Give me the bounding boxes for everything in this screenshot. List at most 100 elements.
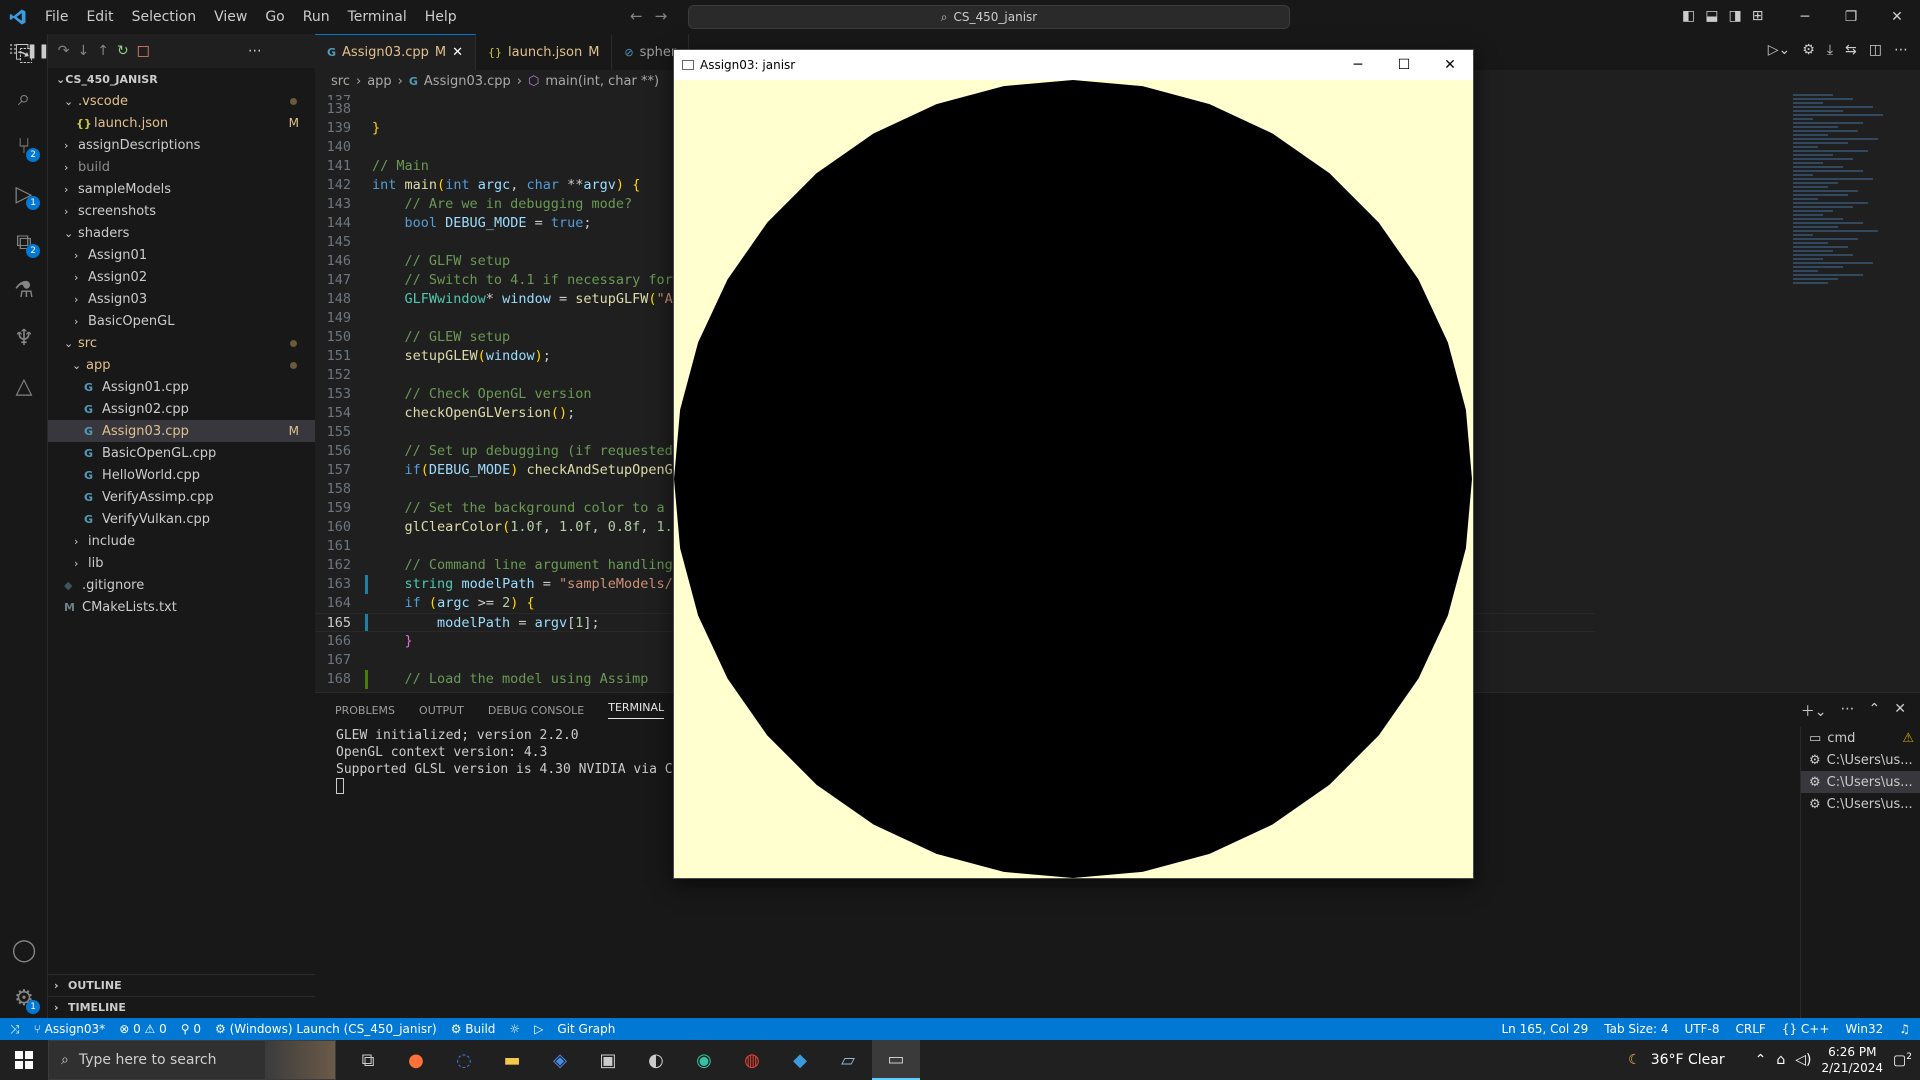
start-button[interactable]	[0, 1040, 48, 1080]
branch-status[interactable]: ⑂ Assign03*	[34, 1022, 106, 1036]
minimap[interactable]	[1793, 92, 1903, 692]
breadcrumb-symbol[interactable]: main(int, char **)	[545, 74, 659, 89]
step-over-icon[interactable]: ↷	[58, 43, 70, 59]
tab-launch-json[interactable]: {} launch.json M	[476, 34, 613, 70]
breadcrumb-file[interactable]: Assign03.cpp	[424, 74, 511, 89]
opengl-window[interactable]: Assign03: janisr ─ ☐ ✕	[673, 49, 1474, 879]
menu-selection[interactable]: Selection	[123, 9, 206, 25]
tab-debug-console[interactable]: DEBUG CONSOLE	[488, 704, 584, 717]
terminal-item-task[interactable]: ⚙ C:\Users\us...	[1801, 771, 1920, 793]
more-actions-icon[interactable]: ⋯	[1841, 701, 1855, 721]
run-debug-icon[interactable]: ▷⌄	[1768, 42, 1791, 58]
close-panel-icon[interactable]: ✕	[1894, 701, 1906, 721]
more-actions-icon[interactable]: ⋯	[248, 43, 262, 59]
maximize-button[interactable]: ☐	[1381, 50, 1427, 80]
task-view-icon[interactable]: ⧉	[344, 1040, 392, 1080]
clock[interactable]: 6:26 PM 2/21/2024	[1822, 1044, 1884, 1076]
run-icon[interactable]: ▷	[534, 1022, 543, 1036]
app-icon[interactable]: ◌	[440, 1040, 488, 1080]
tab-size[interactable]: Tab Size: 4	[1604, 1022, 1668, 1036]
tree-folder-src[interactable]: ⌄ src	[48, 332, 315, 354]
menu-run[interactable]: Run	[294, 9, 339, 25]
close-icon[interactable]: ✕	[452, 45, 463, 60]
back-arrow-icon[interactable]: ←	[630, 7, 655, 25]
tree-file-verifyvulkan-cpp[interactable]: G VerifyVulkan.cpp	[48, 508, 315, 530]
explorer-root[interactable]: ⌄ CS_450_JANISR	[48, 68, 315, 90]
forward-arrow-icon[interactable]: →	[655, 7, 680, 25]
menu-view[interactable]: View	[205, 9, 256, 25]
tree-file-launch-json[interactable]: {} launch.json M	[48, 112, 315, 134]
chrome-icon[interactable]: ◍	[728, 1040, 776, 1080]
minimize-button[interactable]: ─	[1782, 0, 1828, 34]
tab-assign03-cpp[interactable]: G Assign03.cpp M ✕	[315, 34, 477, 70]
app-icon[interactable]: ▱	[824, 1040, 872, 1080]
minimize-button[interactable]: ─	[1335, 50, 1381, 80]
split-editor-icon[interactable]: ◫	[1869, 42, 1882, 58]
tree-file-basicopengl-cpp[interactable]: G BasicOpenGL.cpp	[48, 442, 315, 464]
toggle-sidebar-icon[interactable]: ◧	[1682, 8, 1695, 24]
pause-icon[interactable]: ❚❚	[26, 43, 49, 59]
tree-file-assign01-cpp[interactable]: G Assign01.cpp	[48, 376, 315, 398]
search-icon[interactable]: ⌕	[0, 74, 48, 122]
toggle-secondary-sidebar-icon[interactable]: ◨	[1728, 8, 1741, 24]
tree-folder-app[interactable]: ⌄ app	[48, 354, 315, 376]
tree-file-helloworld-cpp[interactable]: G HelloWorld.cpp	[48, 464, 315, 486]
platform[interactable]: Win32	[1845, 1022, 1883, 1036]
tree-file-assign02-cpp[interactable]: G Assign02.cpp	[48, 398, 315, 420]
taskbar-search[interactable]: ⌕ Type here to search	[48, 1040, 336, 1080]
opengl-window-titlebar[interactable]: Assign03: janisr ─ ☐ ✕	[674, 50, 1473, 80]
new-terminal-icon[interactable]: ＋⌄	[1801, 701, 1827, 721]
tab-terminal[interactable]: TERMINAL	[608, 701, 665, 719]
terminal-item-task[interactable]: ⚙ C:\Users\us...	[1801, 793, 1920, 815]
restart-icon[interactable]: ↻	[117, 43, 129, 59]
python-icon[interactable]: ♆	[0, 314, 48, 362]
settings-gear-icon[interactable]: ⚙ 1	[0, 974, 48, 1022]
tree-folder-basicopengl[interactable]: › BasicOpenGL	[48, 310, 315, 332]
cmake-debug-icon[interactable]: ☼	[509, 1022, 520, 1036]
encoding[interactable]: UTF-8	[1685, 1022, 1720, 1036]
gear-icon[interactable]: ⚙	[1802, 42, 1815, 58]
cursor-position[interactable]: Ln 165, Col 29	[1501, 1022, 1588, 1036]
tree-folder-assign01[interactable]: › Assign01	[48, 244, 315, 266]
remote-icon[interactable]: ⤨	[10, 1022, 20, 1037]
step-into-icon[interactable]: ↓	[77, 43, 89, 59]
app-icon[interactable]: ◈	[536, 1040, 584, 1080]
tree-folder-assigndescriptions[interactable]: › assignDescriptions	[48, 134, 315, 156]
more-actions-icon[interactable]: ⋯	[1894, 42, 1908, 58]
close-button[interactable]: ✕	[1427, 50, 1473, 80]
build-status[interactable]: ⚙ Build	[451, 1022, 496, 1036]
tab-problems[interactable]: PROBLEMS	[335, 704, 395, 717]
remote-explorer-icon[interactable]: △	[0, 362, 48, 410]
firefox-icon[interactable]: ●	[392, 1040, 440, 1080]
line-ending[interactable]: CRLF	[1736, 1022, 1766, 1036]
steam-icon[interactable]: ◐	[632, 1040, 680, 1080]
tree-file-gitignore[interactable]: ◆ .gitignore	[48, 574, 315, 596]
timeline-section[interactable]: › TIMELINE	[48, 996, 315, 1018]
file-explorer-icon[interactable]: ▬	[488, 1040, 536, 1080]
terminal-item-task[interactable]: ⚙ C:\Users\us...	[1801, 749, 1920, 771]
drag-handle-icon[interactable]: ⠿	[8, 43, 18, 59]
step-out-icon[interactable]: ↑	[97, 43, 109, 59]
tree-file-cmakelists[interactable]: M CMakeLists.txt	[48, 596, 315, 618]
edge-icon[interactable]: ◉	[680, 1040, 728, 1080]
stop-icon[interactable]: □	[137, 43, 150, 59]
download-icon[interactable]: ⤓	[1827, 42, 1833, 58]
command-center[interactable]: ⌕ CS_450_janisr	[688, 5, 1290, 29]
tree-folder-assign02[interactable]: › Assign02	[48, 266, 315, 288]
compare-icon[interactable]: ⇆	[1845, 42, 1857, 58]
tree-folder-lib[interactable]: › lib	[48, 552, 315, 574]
microsoft-store-icon[interactable]: ▣	[584, 1040, 632, 1080]
ports-status[interactable]: ⚲ 0	[181, 1022, 201, 1036]
restore-button[interactable]: ❐	[1828, 0, 1874, 34]
toggle-panel-icon[interactable]: ⬓	[1705, 8, 1718, 24]
tree-folder-screenshots[interactable]: › screenshots	[48, 200, 315, 222]
problems-status[interactable]: ⊗ 0 ⚠ 0	[119, 1022, 167, 1036]
terminal-item-cmd[interactable]: ▭ cmd ⚠	[1801, 727, 1920, 749]
tree-folder-assign03[interactable]: › Assign03	[48, 288, 315, 310]
source-control-icon[interactable]: ⑂ 2	[0, 122, 48, 170]
tree-folder-vscode[interactable]: ⌄ .vscode	[48, 90, 315, 112]
extensions-icon[interactable]: ⧉ 2	[0, 218, 48, 266]
tree-folder-build[interactable]: › build	[48, 156, 315, 178]
maximize-panel-icon[interactable]: ⌃	[1869, 701, 1881, 721]
tree-file-verifyassimp-cpp[interactable]: G VerifyAssimp.cpp	[48, 486, 315, 508]
